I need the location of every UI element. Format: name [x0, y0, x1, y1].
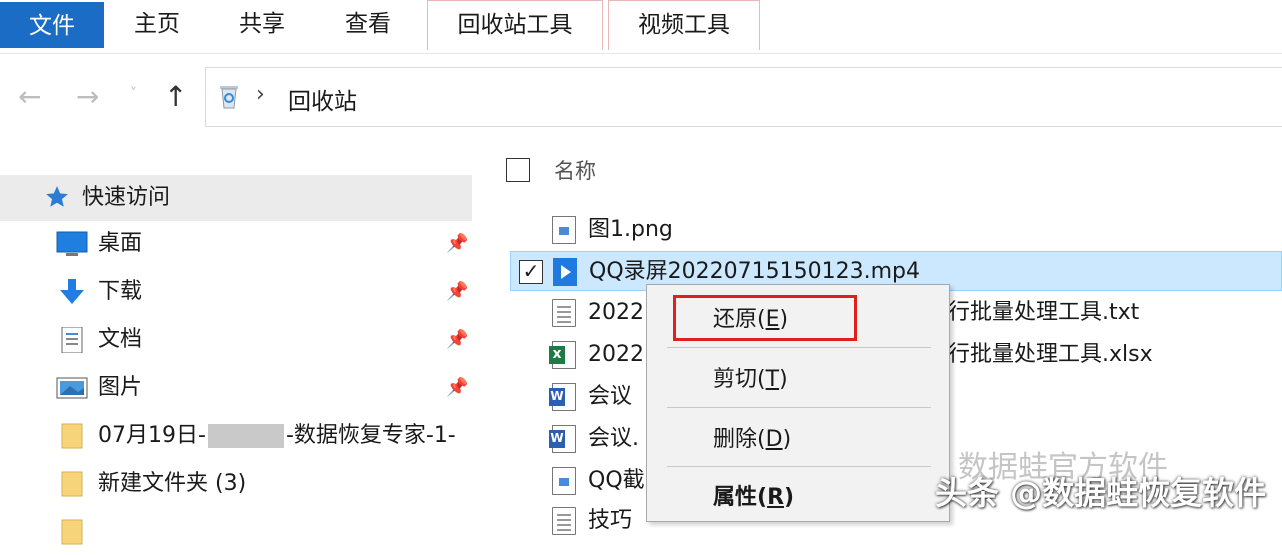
image-file-icon: [552, 216, 576, 244]
tab-home[interactable]: 主页: [110, 0, 204, 48]
file-name-tail: 行批量处理工具.txt: [948, 300, 1140, 325]
tab-recycle-bin-tools[interactable]: 回收站工具: [427, 0, 603, 50]
file-name: 图1.png: [588, 217, 673, 242]
watermark-bottom: 头条 @数据蛙恢复软件: [935, 474, 1267, 512]
file-name: 会议: [588, 384, 633, 409]
nav-item-desktop[interactable]: 桌面 📌: [56, 221, 476, 267]
highlight-box: [673, 295, 857, 341]
download-icon: [60, 279, 84, 304]
image-file-icon: [552, 467, 576, 495]
tab-view[interactable]: 查看: [318, 0, 418, 48]
back-arrow-icon[interactable]: ←: [18, 80, 41, 113]
text-file-icon: [552, 507, 576, 535]
nav-quick-access[interactable]: 快速访问: [0, 175, 472, 221]
recycle-bin-icon: [220, 86, 238, 109]
nav-item-folder-0719[interactable]: 07月19日- -数据恢复专家-1-: [56, 413, 476, 459]
folder-icon: [61, 423, 83, 449]
column-header-name[interactable]: 名称: [554, 155, 596, 185]
up-arrow-icon[interactable]: ↑: [164, 80, 187, 113]
nav-item-new-folder-3[interactable]: 新建文件夹 (3): [56, 461, 476, 507]
nav-item-label-prefix: 07月19日-: [98, 423, 206, 448]
nav-item-label: 文档: [98, 327, 143, 352]
desktop-icon: [56, 231, 88, 256]
menu-separator: [667, 347, 931, 348]
breadcrumb-recycle-bin[interactable]: 回收站: [288, 82, 357, 116]
tab-video-tools[interactable]: 视频工具: [608, 0, 760, 50]
select-all-checkbox[interactable]: [506, 158, 530, 182]
nav-item-label: 新建文件夹 (3): [98, 471, 247, 496]
excel-file-icon: [549, 341, 576, 369]
text-file-icon: [552, 299, 576, 327]
navigation-pane: 快速访问 桌面 📌 下载 📌 文档 📌 图片 📌 07月19日- -数据恢复专家…: [0, 127, 490, 545]
nav-item-pictures[interactable]: 图片 📌: [56, 365, 476, 411]
file-name: QQ截: [588, 468, 645, 493]
file-row[interactable]: 图1.png: [490, 210, 1282, 250]
menu-item-properties-label: 属性: [713, 485, 758, 510]
context-menu: 还原(E) 剪切(T) 删除(D) 属性(R): [646, 284, 950, 522]
nav-item-label-suffix: -数据恢复专家-1-: [285, 423, 456, 448]
word-file-icon: [549, 425, 576, 453]
nav-quick-access-label: 快速访问: [82, 185, 171, 210]
documents-icon: [61, 327, 83, 353]
pin-icon[interactable]: 📌: [446, 365, 468, 411]
nav-item-partial[interactable]: [56, 509, 476, 555]
menu-separator: [667, 407, 931, 408]
pin-icon[interactable]: 📌: [446, 221, 468, 267]
pin-icon[interactable]: 📌: [446, 269, 468, 315]
menu-separator: [667, 466, 931, 467]
chevron-down-icon[interactable]: ˅: [130, 86, 137, 102]
menu-item-properties-key: R: [767, 485, 785, 510]
ribbon: 文件 主页 共享 查看 回收站工具 视频工具: [0, 0, 1282, 54]
ribbon-divider: [0, 53, 1282, 54]
menu-item-properties[interactable]: 属性(R): [647, 473, 949, 523]
nav-item-label: 下载: [98, 279, 143, 304]
video-file-icon: [553, 258, 577, 286]
forward-arrow-icon[interactable]: →: [76, 80, 99, 113]
file-name: 2022: [588, 342, 644, 367]
nav-item-label: 桌面: [98, 231, 143, 256]
nav-item-documents[interactable]: 文档 📌: [56, 317, 476, 363]
redaction-block: [207, 424, 284, 448]
tab-share[interactable]: 共享: [214, 0, 310, 48]
row-checkbox[interactable]: ✓: [519, 260, 543, 284]
breadcrumb-chevron-icon[interactable]: ›: [256, 82, 265, 107]
file-name-tail: 行批量处理工具.xlsx: [948, 342, 1153, 367]
menu-item-delete-label: 删除: [713, 427, 758, 452]
file-name: 2022: [588, 300, 644, 325]
address-bar[interactable]: › 回收站: [205, 67, 1282, 127]
nav-item-label: 图片: [98, 375, 143, 400]
menu-item-delete-key: D: [765, 427, 783, 452]
nav-item-downloads[interactable]: 下载 📌: [56, 269, 476, 315]
menu-item-cut[interactable]: 剪切(T): [647, 355, 949, 405]
menu-item-cut-label: 剪切: [713, 367, 758, 392]
folder-icon: [61, 471, 83, 497]
star-icon: [46, 186, 68, 207]
word-file-icon: [549, 383, 576, 411]
tab-file[interactable]: 文件: [0, 2, 104, 48]
pin-icon[interactable]: 📌: [446, 317, 468, 363]
folder-icon: [61, 519, 83, 545]
menu-item-cut-key: T: [765, 367, 780, 392]
file-name: 技巧: [588, 508, 633, 533]
file-name: 会议.: [588, 426, 639, 451]
menu-item-delete[interactable]: 删除(D): [647, 415, 949, 465]
pictures-icon: [56, 377, 88, 399]
